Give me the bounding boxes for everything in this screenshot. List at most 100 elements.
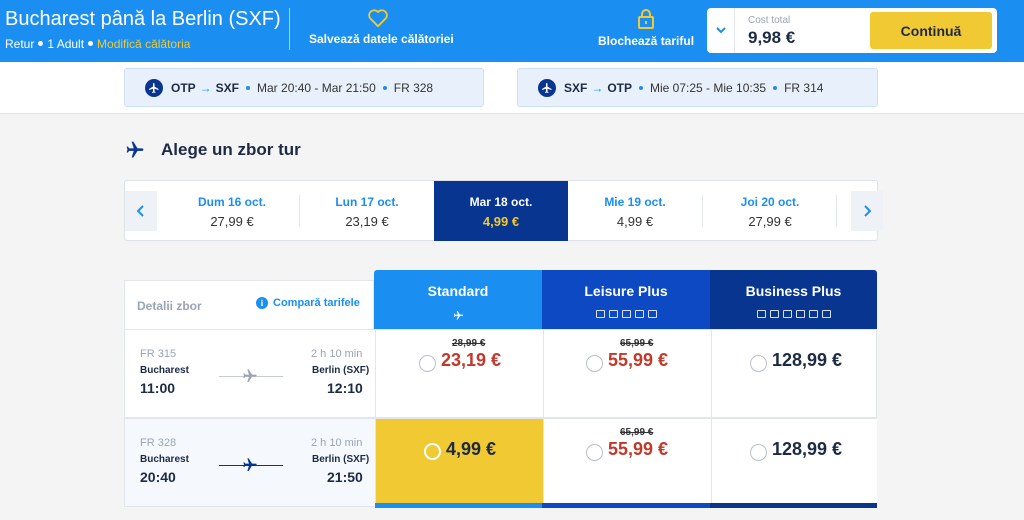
arrow-right-icon: →: [591, 80, 604, 95]
passenger-count: 1 Adult: [47, 37, 85, 51]
business-column-footer: [710, 503, 877, 508]
lock-fare-button[interactable]: Blochează tariful: [598, 8, 694, 48]
plane-icon: [145, 78, 163, 97]
flight-row: FR 315 2 h 10 min Bucharest Berlin (SXF)…: [124, 329, 877, 419]
leisure-benefit-icons: [542, 310, 710, 318]
continue-button[interactable]: Continuă: [870, 12, 992, 49]
fare-radio-selected[interactable]: [424, 443, 441, 460]
fare-radio[interactable]: [586, 444, 603, 461]
total-cost-box: Cost total 9,98 € Continuă: [707, 8, 997, 53]
arrival-city: Berlin (SXF): [312, 365, 370, 376]
date-price: 27,99 €: [748, 214, 792, 229]
next-dates-button[interactable]: [851, 191, 883, 231]
fare-cell-standard-selected[interactable]: 4,99 €: [375, 419, 543, 508]
top-header: Bucharest până la Berlin (SXF) Retur 1 Ad…: [0, 0, 1024, 62]
standard-benefit-icons: [374, 310, 542, 321]
plane-icon: [126, 141, 144, 158]
date-option[interactable]: Joi 20 oct. 27,99 €: [703, 181, 837, 241]
fare-price: 55,99 €: [608, 439, 669, 459]
arrival-city: Berlin (SXF): [312, 454, 370, 465]
flight-from: OTP: [171, 80, 196, 95]
fast-track-icon: [795, 310, 805, 318]
return-flight-summary[interactable]: SXF → OTP Mie 07:25 - Mie 10:35 FR 314: [517, 68, 878, 107]
date-label: Mie 19 oct.: [604, 195, 666, 209]
flight-number: FR 328: [140, 437, 177, 449]
date-option[interactable]: Lun 17 oct. 23,19 €: [300, 181, 434, 241]
section-title-text: Alege un zbor tur: [161, 140, 301, 159]
fare-radio[interactable]: [750, 355, 767, 372]
fare-name: Leisure Plus: [584, 283, 668, 299]
save-trip-label: Salvează datele călătoriei: [309, 32, 454, 46]
date-price: 23,19 €: [345, 214, 389, 229]
seat-row-icon: [634, 310, 644, 318]
fare-price: 55,99 €: [608, 350, 669, 370]
fare-cell-leisure-plus[interactable]: 65,99 € 55,99 €: [543, 330, 711, 419]
flight-number: FR 315: [140, 348, 177, 360]
fare-price: 4,99 €: [446, 439, 497, 459]
seat-row-icon: [808, 310, 818, 318]
selected-flights-strip: OTP → SXF Mar 20:40 - Mar 21:50 FR 328 SXF → O…: [0, 62, 1024, 114]
chevron-down-icon: [715, 27, 726, 34]
bag-icon: [782, 310, 792, 318]
date-price: 27,99 €: [210, 214, 254, 229]
fare-header-standard[interactable]: Standard: [374, 270, 542, 329]
flight-times: Mie 07:25 - Mie 10:35: [650, 80, 767, 95]
date-label: Dum 16 oct.: [197, 195, 266, 209]
standard-column-footer: [375, 503, 542, 508]
modify-trip-link[interactable]: Modifică călătoria: [97, 37, 190, 51]
fare-cell-leisure-plus[interactable]: 65,99 € 55,99 €: [543, 419, 711, 508]
departure-city: Bucharest: [140, 365, 189, 376]
bag-icon: [608, 310, 618, 318]
flight-code: FR 314: [784, 80, 824, 95]
page-title: Bucharest până la Berlin (SXF): [5, 8, 281, 30]
fare-radio[interactable]: [419, 355, 436, 372]
fare-header-leisure-plus[interactable]: Leisure Plus: [542, 270, 710, 329]
section-title: Alege un zbor tur: [125, 140, 301, 160]
cost-expand-toggle[interactable]: [707, 8, 735, 53]
lock-icon: [638, 9, 654, 29]
compare-fares-label: Compară tarifele: [273, 297, 360, 309]
fare-cell-business-plus[interactable]: 128,99 €: [711, 330, 877, 419]
fare-radio[interactable]: [750, 444, 767, 461]
arrow-right-icon: →: [199, 80, 212, 95]
header-divider: [289, 8, 290, 50]
total-cost-label: Cost total: [748, 15, 791, 26]
arrival-time: 12:10: [327, 380, 363, 396]
compare-fares-link[interactable]: i Compară tarifele: [256, 297, 360, 309]
date-option[interactable]: Mie 19 oct. 4,99 €: [568, 181, 702, 241]
fare-price: 128,99 €: [772, 350, 843, 370]
departure-time: 11:00: [140, 380, 176, 396]
date-option[interactable]: Dum 16 oct. 27,99 €: [165, 181, 299, 241]
separator-dot: [246, 85, 251, 90]
outbound-flight-summary[interactable]: OTP → SXF Mar 20:40 - Mar 21:50 FR 328: [124, 68, 484, 107]
plane-icon: [453, 310, 463, 320]
fare-cell-standard[interactable]: 28,99 € 23,19 €: [375, 330, 543, 419]
fare-header-business-plus[interactable]: Business Plus: [710, 270, 877, 329]
trip-type: Retur: [5, 37, 35, 51]
flight-duration: 2 h 10 min: [311, 348, 363, 360]
flight-times: Mar 20:40 - Mar 21:50: [257, 80, 376, 95]
fare-name: Standard: [427, 283, 489, 299]
flight-row-selected: FR 328 2 h 10 min Bucharest Berlin (SXF)…: [124, 418, 877, 508]
checkin-icon: [769, 310, 779, 318]
date-price: 4,99 €: [482, 214, 520, 229]
lock-fare-label: Blochează tariful: [598, 34, 695, 48]
date-label: Joi 20 oct.: [740, 195, 800, 209]
date-selector: Dum 16 oct. 27,99 € Lun 17 oct. 23,19 € …: [124, 180, 883, 241]
fare-cell-business-plus[interactable]: 128,99 €: [711, 419, 877, 508]
arrival-time: 21:50: [327, 469, 363, 485]
date-price: 4,99 €: [616, 214, 654, 229]
date-option-selected[interactable]: Mar 18 oct. 4,99 €: [434, 181, 568, 241]
separator-dot: [88, 41, 94, 46]
total-cost-value: 9,98 €: [748, 28, 796, 47]
departure-time: 20:40: [140, 469, 176, 485]
save-trip-button[interactable]: Salvează datele călătoriei: [309, 8, 454, 46]
flight-to: SXF: [215, 80, 240, 95]
fare-radio[interactable]: [586, 355, 603, 372]
info-icon: i: [256, 297, 268, 309]
trip-summary: Retur 1 Adult Modifică călătoria: [5, 37, 190, 51]
flight-details-header: Detalii zbor i Compară tarifele: [124, 280, 374, 330]
chevron-left-icon: [137, 205, 144, 217]
prev-dates-button[interactable]: [125, 191, 157, 231]
plane-icon: [538, 78, 556, 97]
